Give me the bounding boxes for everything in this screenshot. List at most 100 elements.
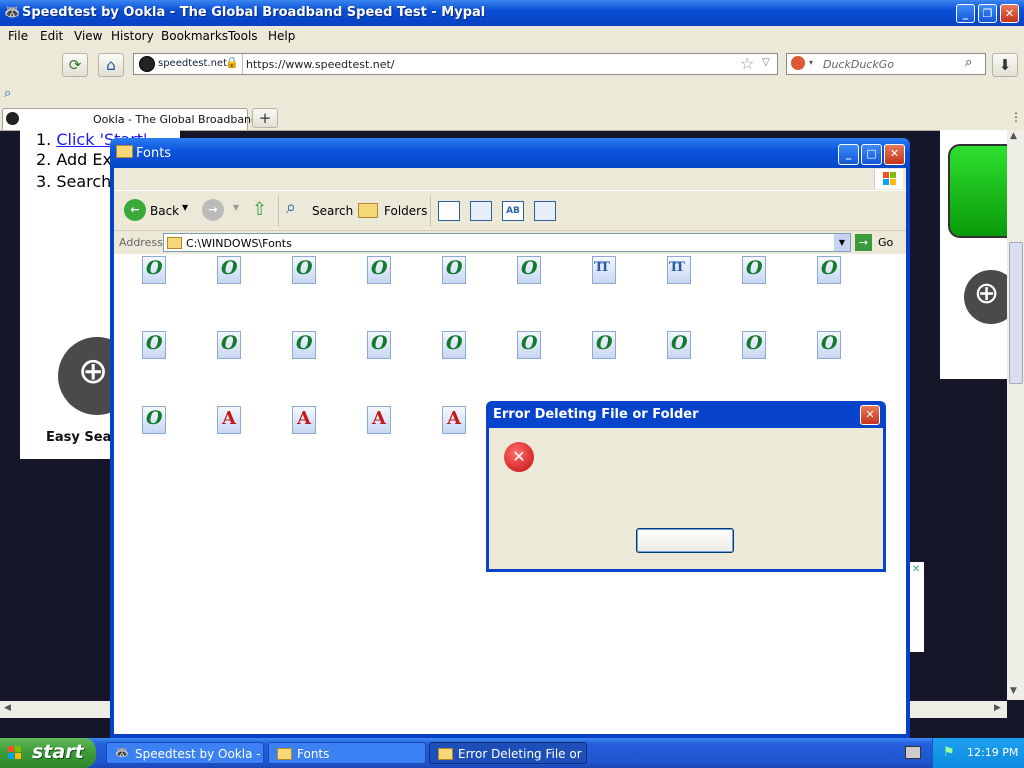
- home-button[interactable]: ⌂: [98, 53, 124, 77]
- close-button[interactable]: ✕: [1000, 4, 1019, 23]
- font-type-glyph: TT: [669, 260, 685, 275]
- start-button[interactable]: start: [0, 738, 96, 768]
- address-dropdown-icon[interactable]: ▼: [834, 234, 850, 251]
- tab-list-icon[interactable]: ⋮: [1010, 110, 1022, 124]
- font-file-icon[interactable]: O: [517, 256, 543, 286]
- back-dropdown-icon[interactable]: ▼: [182, 203, 188, 212]
- font-file-icon[interactable]: O: [667, 331, 693, 361]
- font-file-icon[interactable]: O: [142, 406, 168, 436]
- address-field[interactable]: C:\WINDOWS\Fonts ▼: [163, 233, 851, 252]
- clock[interactable]: 12:19 PM: [967, 746, 1018, 759]
- taskbar-item-fonts[interactable]: Fonts: [268, 742, 426, 764]
- network-icon[interactable]: ⚑: [943, 745, 955, 760]
- menu-edit[interactable]: Edit: [40, 29, 63, 43]
- view-list-icon[interactable]: [470, 201, 492, 221]
- menu-history[interactable]: History: [111, 29, 154, 43]
- fonts-maximize-button[interactable]: □: [861, 144, 882, 165]
- folders-icon[interactable]: [358, 203, 378, 218]
- folders-button[interactable]: Folders: [384, 204, 427, 218]
- address-label: Address: [119, 236, 163, 249]
- url-dropdown-icon[interactable]: ▽: [762, 57, 770, 68]
- search-box[interactable]: ▾ DuckDuckGo ⌕: [786, 53, 986, 75]
- font-file-icon[interactable]: O: [217, 256, 243, 286]
- font-file-icon[interactable]: O: [442, 256, 468, 286]
- font-file-icon[interactable]: O: [442, 331, 468, 361]
- font-file-icon[interactable]: O: [367, 256, 393, 286]
- ad-close-icon[interactable]: ✕: [912, 564, 920, 575]
- back-button[interactable]: Back: [150, 204, 179, 218]
- maximize-button[interactable]: ❐: [978, 4, 997, 23]
- font-file-icon[interactable]: O: [742, 331, 768, 361]
- search-engine-dropdown-icon[interactable]: ▾: [809, 58, 813, 67]
- url-text[interactable]: https://www.speedtest.net/: [246, 58, 395, 71]
- forward-arrow-icon[interactable]: →: [202, 199, 224, 221]
- view-details-icon[interactable]: [534, 201, 556, 221]
- back-arrow-icon[interactable]: ←: [124, 199, 146, 221]
- forward-dropdown-icon[interactable]: ▼: [233, 203, 239, 212]
- new-tab-button[interactable]: +: [252, 108, 278, 128]
- dialog-close-button[interactable]: ✕: [860, 405, 880, 425]
- bookmark-star-icon[interactable]: ☆: [740, 54, 754, 73]
- minimize-button[interactable]: _: [956, 4, 975, 23]
- fonts-toolbar: ← Back ▼ → ▼ ⇧ ⌕ Search Folders AB: [114, 190, 906, 231]
- font-file-icon[interactable]: O: [142, 256, 168, 286]
- font-file-icon[interactable]: O: [292, 256, 318, 286]
- font-file-icon[interactable]: O: [817, 256, 843, 286]
- address-text[interactable]: C:\WINDOWS\Fonts: [186, 237, 292, 250]
- font-file-icon[interactable]: O: [592, 331, 618, 361]
- font-file-icon[interactable]: O: [142, 331, 168, 361]
- font-file-icon[interactable]: O: [517, 331, 543, 361]
- go-button[interactable]: Go: [878, 236, 893, 249]
- font-type-glyph: O: [296, 332, 313, 354]
- scroll-right-icon[interactable]: ▶: [994, 703, 1001, 713]
- folder-icon: [277, 748, 292, 760]
- font-file-icon[interactable]: O: [217, 331, 243, 361]
- font-file-icon[interactable]: O: [817, 331, 843, 361]
- search-icon[interactable]: ⌕: [286, 197, 296, 218]
- reload-button[interactable]: ⟳: [62, 53, 88, 77]
- page-ad-fragment: ✕: [910, 562, 924, 652]
- fonts-minimize-button[interactable]: _: [838, 144, 859, 165]
- site-identity[interactable]: speedtest.net: [158, 58, 227, 69]
- keyboard-icon[interactable]: [905, 746, 921, 759]
- taskbar-item-error[interactable]: Error Deleting File or ...: [429, 742, 587, 764]
- search-icon[interactable]: ⌕: [965, 55, 972, 70]
- font-file-icon[interactable]: A: [442, 406, 468, 436]
- duckduckgo-icon[interactable]: [791, 56, 805, 70]
- url-bar[interactable]: speedtest.net 🔒 https://www.speedtest.ne…: [133, 53, 778, 75]
- scroll-left-icon[interactable]: ◀: [4, 703, 11, 713]
- font-type-glyph: O: [521, 332, 538, 354]
- menu-tools[interactable]: Tools: [228, 29, 258, 43]
- scroll-down-icon[interactable]: ▼: [1010, 686, 1017, 696]
- view-preview-icon[interactable]: AB: [502, 201, 524, 221]
- font-file-icon[interactable]: O: [367, 331, 393, 361]
- font-file-icon[interactable]: O: [292, 331, 318, 361]
- fonts-titlebar: Fonts _ □ ✕: [110, 138, 910, 168]
- view-large-icons-icon[interactable]: [438, 201, 460, 221]
- menu-view[interactable]: View: [74, 29, 102, 43]
- find-icon[interactable]: ⌕: [4, 86, 11, 101]
- menu-help[interactable]: Help: [268, 29, 295, 43]
- ok-button[interactable]: [636, 528, 734, 553]
- tab-speedtest[interactable]: Ookla - The Global Broadband ...: [2, 108, 272, 130]
- font-file-icon[interactable]: A: [292, 406, 318, 436]
- page-vertical-scrollbar[interactable]: ▲ ▼: [1007, 130, 1024, 700]
- up-folder-icon[interactable]: ⇧: [252, 199, 267, 220]
- lock-icon[interactable]: 🔒: [225, 56, 239, 69]
- font-file-icon[interactable]: A: [217, 406, 243, 436]
- search-button[interactable]: Search: [312, 204, 353, 218]
- menu-file[interactable]: File: [8, 29, 28, 43]
- scroll-up-icon[interactable]: ▲: [1010, 131, 1017, 141]
- scroll-thumb[interactable]: [1009, 242, 1023, 384]
- font-file-icon[interactable]: TT: [667, 256, 693, 286]
- font-file-icon[interactable]: O: [742, 256, 768, 286]
- taskbar-item-speedtest[interactable]: 🦝 Speedtest by Ookla - ...: [106, 742, 264, 764]
- menu-bookmarks[interactable]: Bookmarks: [161, 29, 228, 43]
- go-arrow-icon[interactable]: →: [855, 234, 872, 251]
- fonts-close-button[interactable]: ✕: [884, 144, 905, 165]
- taskbar-item-label: Speedtest by Ookla - ...: [135, 747, 264, 761]
- font-type-glyph: O: [446, 332, 463, 354]
- downloads-button[interactable]: ⬇: [992, 53, 1018, 77]
- font-file-icon[interactable]: A: [367, 406, 393, 436]
- font-file-icon[interactable]: TT: [592, 256, 618, 286]
